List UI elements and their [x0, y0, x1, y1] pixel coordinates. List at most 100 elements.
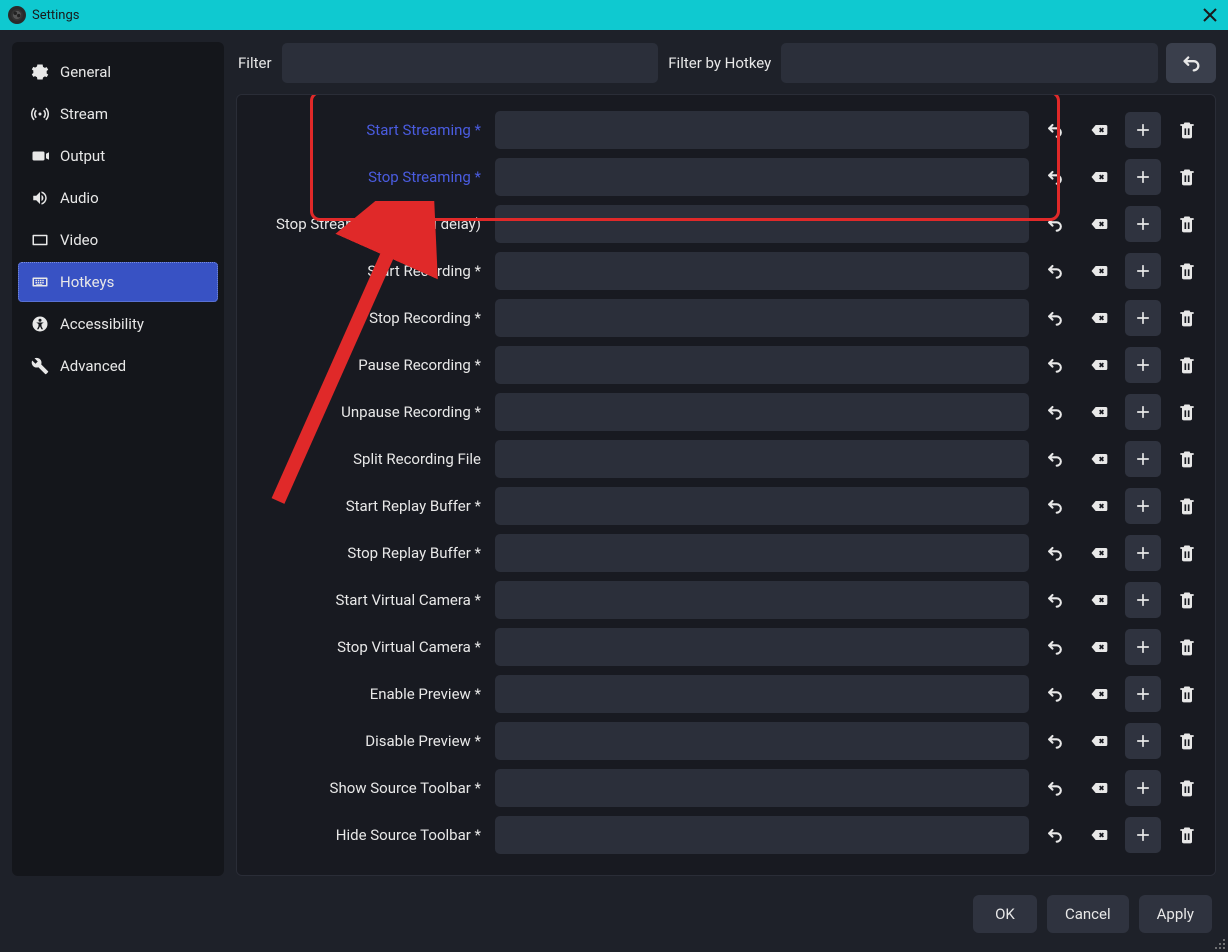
clear-button[interactable] [1081, 300, 1117, 336]
undo-button[interactable] [1037, 112, 1073, 148]
remove-button[interactable] [1169, 441, 1205, 477]
hotkey-input[interactable] [495, 534, 1029, 572]
titlebar[interactable]: Settings [0, 0, 1228, 30]
sidebar-item-hotkeys[interactable]: Hotkeys [18, 262, 218, 302]
add-button[interactable] [1125, 441, 1161, 477]
remove-button[interactable] [1169, 488, 1205, 524]
sidebar-item-general[interactable]: General [18, 52, 218, 92]
hotkey-input[interactable] [495, 205, 1029, 243]
undo-button[interactable] [1037, 300, 1073, 336]
remove-button[interactable] [1169, 253, 1205, 289]
undo-button[interactable] [1037, 770, 1073, 806]
undo-button[interactable] [1037, 488, 1073, 524]
clear-button[interactable] [1081, 582, 1117, 618]
remove-button[interactable] [1169, 817, 1205, 853]
add-button[interactable] [1125, 676, 1161, 712]
add-button[interactable] [1125, 723, 1161, 759]
remove-button[interactable] [1169, 770, 1205, 806]
add-button[interactable] [1125, 582, 1161, 618]
hotkey-input[interactable] [495, 299, 1029, 337]
remove-button[interactable] [1169, 676, 1205, 712]
add-button[interactable] [1125, 488, 1161, 524]
hotkey-row: Enable Preview * [253, 675, 1205, 713]
clear-button[interactable] [1081, 441, 1117, 477]
close-button[interactable] [1200, 5, 1220, 25]
undo-button[interactable] [1037, 394, 1073, 430]
undo-button[interactable] [1037, 582, 1073, 618]
clear-button[interactable] [1081, 206, 1117, 242]
undo-button[interactable] [1037, 629, 1073, 665]
clear-button[interactable] [1081, 770, 1117, 806]
undo-button[interactable] [1037, 253, 1073, 289]
hotkey-input[interactable] [495, 252, 1029, 290]
remove-button[interactable] [1169, 347, 1205, 383]
undo-button[interactable] [1037, 441, 1073, 477]
add-button[interactable] [1125, 206, 1161, 242]
add-button[interactable] [1125, 253, 1161, 289]
undo-button[interactable] [1037, 676, 1073, 712]
undo-button[interactable] [1037, 206, 1073, 242]
add-button[interactable] [1125, 629, 1161, 665]
undo-button[interactable] [1037, 723, 1073, 759]
undo-button[interactable] [1037, 347, 1073, 383]
undo-button[interactable] [1037, 535, 1073, 571]
cancel-button[interactable]: Cancel [1047, 895, 1129, 933]
clear-button[interactable] [1081, 159, 1117, 195]
sidebar-item-video[interactable]: Video [18, 220, 218, 260]
hotkey-input[interactable] [495, 487, 1029, 525]
hotkey-input[interactable] [495, 393, 1029, 431]
clear-button[interactable] [1081, 629, 1117, 665]
ok-button[interactable]: OK [973, 895, 1037, 933]
remove-button[interactable] [1169, 394, 1205, 430]
add-button[interactable] [1125, 300, 1161, 336]
add-button[interactable] [1125, 394, 1161, 430]
hotkey-input[interactable] [495, 769, 1029, 807]
clear-button[interactable] [1081, 535, 1117, 571]
hotkey-input[interactable] [495, 675, 1029, 713]
add-button[interactable] [1125, 347, 1161, 383]
resize-grip[interactable] [1212, 936, 1226, 950]
remove-button[interactable] [1169, 582, 1205, 618]
remove-button[interactable] [1169, 112, 1205, 148]
add-button[interactable] [1125, 112, 1161, 148]
hotkey-input[interactable] [495, 581, 1029, 619]
add-button[interactable] [1125, 817, 1161, 853]
add-button[interactable] [1125, 159, 1161, 195]
apply-button[interactable]: Apply [1139, 895, 1212, 933]
clear-button[interactable] [1081, 347, 1117, 383]
clear-button[interactable] [1081, 253, 1117, 289]
hotkey-label: Start Replay Buffer * [253, 497, 487, 515]
hotkey-input[interactable] [495, 722, 1029, 760]
hotkey-input[interactable] [495, 440, 1029, 478]
clear-button[interactable] [1081, 723, 1117, 759]
sidebar-item-audio[interactable]: Audio [18, 178, 218, 218]
sidebar-item-stream[interactable]: Stream [18, 94, 218, 134]
filter-reset-button[interactable] [1166, 43, 1216, 83]
hotkey-input[interactable] [495, 628, 1029, 666]
remove-button[interactable] [1169, 159, 1205, 195]
remove-button[interactable] [1169, 300, 1205, 336]
clear-button[interactable] [1081, 394, 1117, 430]
hotkey-input[interactable] [495, 158, 1029, 196]
hotkey-input[interactable] [495, 346, 1029, 384]
clear-button[interactable] [1081, 817, 1117, 853]
undo-button[interactable] [1037, 159, 1073, 195]
undo-button[interactable] [1037, 817, 1073, 853]
hotkey-input[interactable] [495, 816, 1029, 854]
filter-by-hotkey-input[interactable] [781, 43, 1158, 83]
hotkey-input[interactable] [495, 111, 1029, 149]
hotkey-label: Disable Preview * [253, 732, 487, 750]
remove-button[interactable] [1169, 206, 1205, 242]
add-button[interactable] [1125, 535, 1161, 571]
remove-button[interactable] [1169, 535, 1205, 571]
add-button[interactable] [1125, 770, 1161, 806]
remove-button[interactable] [1169, 723, 1205, 759]
clear-button[interactable] [1081, 676, 1117, 712]
sidebar-item-accessibility[interactable]: Accessibility [18, 304, 218, 344]
sidebar-item-advanced[interactable]: Advanced [18, 346, 218, 386]
sidebar-item-output[interactable]: Output [18, 136, 218, 176]
clear-button[interactable] [1081, 112, 1117, 148]
filter-input[interactable] [282, 43, 659, 83]
remove-button[interactable] [1169, 629, 1205, 665]
clear-button[interactable] [1081, 488, 1117, 524]
